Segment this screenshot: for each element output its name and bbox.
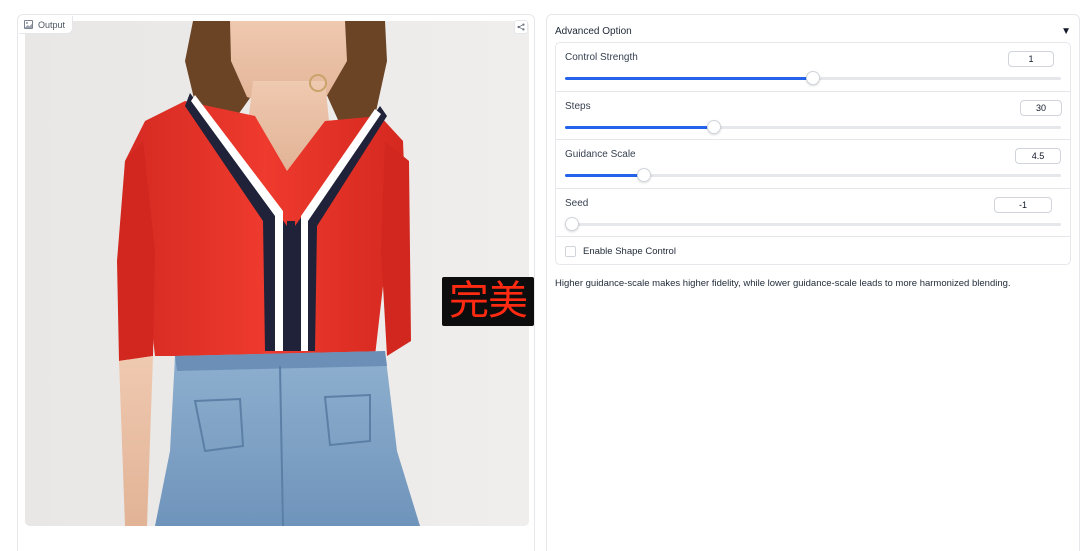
slider-thumb[interactable] bbox=[706, 119, 721, 134]
guidance-note: Higher guidance-scale makes higher fidel… bbox=[555, 278, 1011, 289]
slider-thumb[interactable] bbox=[565, 216, 579, 231]
slider-fill bbox=[565, 77, 813, 80]
seed-input[interactable]: -1 bbox=[994, 196, 1052, 213]
slider-thumb[interactable] bbox=[637, 168, 652, 182]
caret-down-icon: ▼ bbox=[1061, 25, 1071, 37]
control-strength-row: Control Strength 1 bbox=[556, 43, 1070, 92]
enable-shape-control-label[interactable]: Enable Shape Control bbox=[583, 246, 676, 257]
shape-control-row: Enable Shape Control bbox=[556, 237, 1070, 264]
options-box: Control Strength 1 Steps 30 Guidance Sca… bbox=[555, 42, 1071, 265]
control-strength-input[interactable]: 1 bbox=[1008, 51, 1054, 67]
seed-slider[interactable] bbox=[565, 216, 1061, 231]
model-photo bbox=[25, 21, 529, 526]
guidance-scale-row: Guidance Scale 4.5 bbox=[556, 140, 1070, 189]
output-label-text: Output bbox=[38, 19, 66, 30]
seed-label: Seed bbox=[565, 197, 589, 209]
advanced-option-toggle[interactable]: Advanced Option ▼ bbox=[555, 23, 1071, 39]
output-image bbox=[25, 21, 529, 526]
steps-label: Steps bbox=[565, 100, 591, 112]
steps-slider[interactable] bbox=[565, 119, 1061, 134]
guidance-scale-input[interactable]: 4.5 bbox=[1015, 148, 1061, 164]
enable-shape-control-checkbox[interactable] bbox=[565, 245, 576, 257]
guidance-scale-slider[interactable] bbox=[565, 168, 1061, 182]
output-label: Output bbox=[19, 16, 74, 34]
share-icon bbox=[517, 23, 525, 31]
stamp-badge: 完美 bbox=[442, 277, 534, 326]
guidance-scale-label: Guidance Scale bbox=[565, 149, 636, 160]
seed-row: Seed -1 bbox=[556, 189, 1070, 237]
slider-thumb[interactable] bbox=[806, 71, 820, 85]
share-button[interactable] bbox=[514, 20, 528, 34]
slider-fill bbox=[565, 125, 714, 129]
steps-row: Steps 30 bbox=[556, 92, 1070, 140]
advanced-panel: Advanced Option ▼ Control Strength 1 Ste… bbox=[546, 14, 1080, 551]
control-strength-slider[interactable] bbox=[565, 71, 1061, 85]
control-strength-label: Control Strength bbox=[565, 52, 638, 63]
steps-input[interactable]: 30 bbox=[1020, 99, 1062, 116]
image-icon bbox=[24, 20, 33, 29]
advanced-option-title: Advanced Option bbox=[555, 25, 632, 37]
slider-fill bbox=[565, 174, 645, 177]
